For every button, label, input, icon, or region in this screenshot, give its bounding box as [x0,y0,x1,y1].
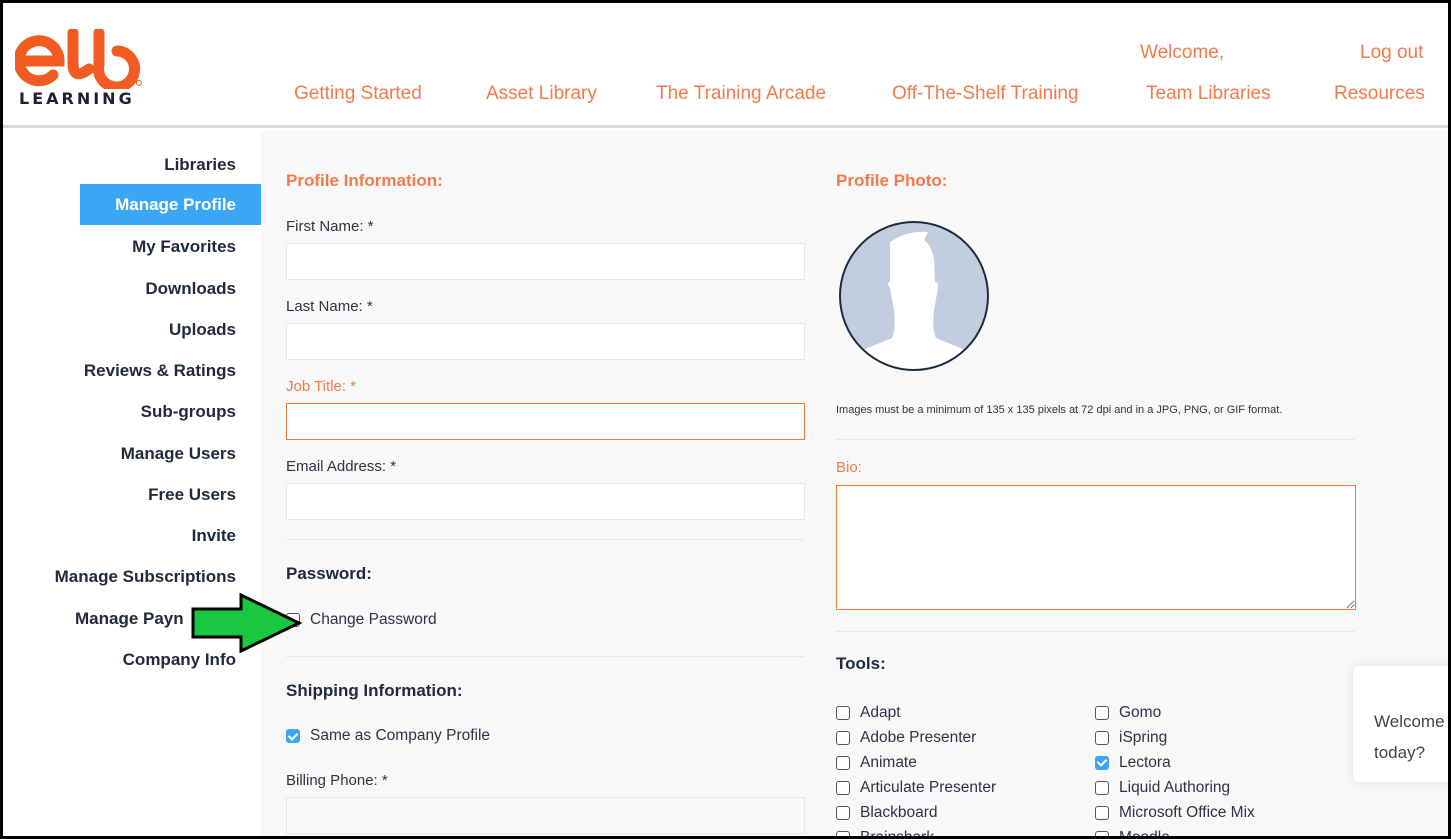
tool-label: Microsoft Office Mix [1119,803,1255,821]
sidebar-item-manage-subscriptions[interactable]: Manage Subscriptions [55,567,236,587]
manage-profile-form: Profile Information: First Name: * Last … [261,131,1448,836]
tool-moodle[interactable]: Moodle [1095,828,1255,836]
last-name-input[interactable] [286,323,805,360]
profile-information-heading: Profile Information: [286,171,443,190]
green-pointer-arrow-icon [191,593,303,653]
tool-brainshark[interactable]: Brainshark [836,828,996,836]
sidebar-item-sub-groups[interactable]: Sub-groups [141,402,236,422]
logout-link[interactable]: Log out [1360,42,1423,64]
tool-label: Moodle [1119,829,1170,837]
tool-label: Adobe Presenter [860,728,977,746]
sidebar-item-downloads[interactable]: Downloads [145,279,236,299]
sidebar-item-invite[interactable]: Invite [192,526,236,546]
same-as-company-checkbox[interactable] [286,729,300,743]
welcome-text: Welcome, [1140,42,1225,63]
change-password-label: Change Password [310,611,437,628]
tool-liquid-authoring[interactable]: Liquid Authoring [1095,778,1255,797]
divider [836,631,1355,632]
tool-checkbox[interactable] [836,805,850,820]
tool-label: Blackboard [860,803,938,821]
nav-off-the-shelf-training[interactable]: Off-The-Shelf Training [892,83,1079,105]
tool-checkbox[interactable] [1095,755,1109,770]
tool-label: Lectora [1119,753,1171,771]
bio-textarea[interactable] [836,485,1356,610]
billing-phone-label: Billing Phone: * [286,772,388,789]
sidebar-item-reviews-ratings[interactable]: Reviews & Ratings [84,361,236,381]
password-heading: Password: [286,564,372,583]
tool-adapt[interactable]: Adapt [836,703,996,722]
divider [286,539,805,540]
change-password-checkbox-row[interactable]: Change Password [286,611,437,629]
nav-training-arcade[interactable]: The Training Arcade [656,83,826,105]
site-header: LEARNING Welcome, Log out Getting Starte… [3,3,1448,128]
photo-requirements-hint: Images must be a minimum of 135 x 135 pi… [836,404,1283,416]
sidebar-item-manage-profile[interactable]: Manage Profile [80,184,261,225]
tool-checkbox[interactable] [1095,830,1109,836]
chat-line-2: today? [1374,743,1426,762]
last-name-label: Last Name: * [286,298,373,315]
profile-photo-avatar-icon[interactable] [838,220,990,372]
job-title-label: Job Title: * [286,378,357,395]
nav-getting-started[interactable]: Getting Started [294,83,422,105]
nav-resources[interactable]: Resources [1334,83,1425,105]
tool-lectora[interactable]: Lectora [1095,753,1255,772]
tool-blackboard[interactable]: Blackboard [836,803,996,822]
sidebar-item-free-users[interactable]: Free Users [148,485,236,505]
tool-ispring[interactable]: iSpring [1095,728,1255,747]
tool-gomo[interactable]: Gomo [1095,703,1255,722]
email-label: Email Address: * [286,458,397,475]
sidebar-item-my-favorites[interactable]: My Favorites [132,237,236,257]
chat-widget-bubble[interactable]: Welcome today? [1353,666,1448,782]
sidebar-item-manage-users[interactable]: Manage Users [121,444,236,464]
first-name-label: First Name: * [286,218,374,235]
tool-label: iSpring [1119,728,1168,746]
sidebar-item-manage-payment[interactable]: Manage Payn [75,609,184,629]
tools-column-1: Adapt Adobe Presenter Animate Articulate… [836,703,996,836]
chat-line-1: Welcome [1374,712,1445,731]
logo-wordmark: LEARNING [19,89,135,108]
same-as-company-label: Same as Company Profile [310,727,491,744]
tool-label: Liquid Authoring [1119,778,1231,796]
nav-asset-library[interactable]: Asset Library [486,83,597,105]
elb-learning-logo[interactable]: LEARNING [13,27,145,113]
tool-label: Gomo [1119,703,1162,721]
tool-checkbox[interactable] [1095,705,1109,720]
tool-checkbox[interactable] [1095,780,1109,795]
job-title-input[interactable] [286,403,805,440]
sidebar-item-uploads[interactable]: Uploads [169,320,236,340]
same-as-company-checkbox-row[interactable]: Same as Company Profile [286,727,490,745]
email-input[interactable] [286,483,805,520]
account-sidebar: Libraries Manage Profile My Favorites Do… [3,131,261,836]
tool-checkbox[interactable] [836,780,850,795]
tool-checkbox[interactable] [836,755,850,770]
divider [286,656,805,657]
elb-logo-mark-icon [13,27,142,93]
tool-articulate-presenter[interactable]: Articulate Presenter [836,778,996,797]
tool-checkbox[interactable] [1095,730,1109,745]
sidebar-item-company-info[interactable]: Company Info [123,650,236,670]
profile-photo-heading: Profile Photo: [836,171,948,190]
browser-page: LEARNING Welcome, Log out Getting Starte… [3,3,1448,836]
first-name-input[interactable] [286,243,805,280]
tool-label: Animate [860,753,917,771]
sidebar-item-libraries[interactable]: Libraries [164,155,236,175]
tool-adobe-presenter[interactable]: Adobe Presenter [836,728,996,747]
shipping-information-heading: Shipping Information: [286,681,463,700]
tool-microsoft-office-mix[interactable]: Microsoft Office Mix [1095,803,1255,822]
tools-column-2: Gomo iSpring Lectora Liquid Authoring Mi… [1095,703,1255,836]
tool-label: Articulate Presenter [860,778,997,796]
bio-label: Bio: [836,459,862,476]
tool-checkbox[interactable] [1095,805,1109,820]
tool-label: Brainshark [860,829,934,837]
tool-checkbox[interactable] [836,705,850,720]
tool-checkbox[interactable] [836,730,850,745]
divider [836,439,1355,440]
tools-heading: Tools: [836,654,886,673]
tool-checkbox[interactable] [836,830,850,836]
tool-label: Adapt [860,703,901,721]
nav-team-libraries[interactable]: Team Libraries [1146,83,1271,105]
billing-phone-input[interactable] [286,797,805,834]
tool-animate[interactable]: Animate [836,753,996,772]
